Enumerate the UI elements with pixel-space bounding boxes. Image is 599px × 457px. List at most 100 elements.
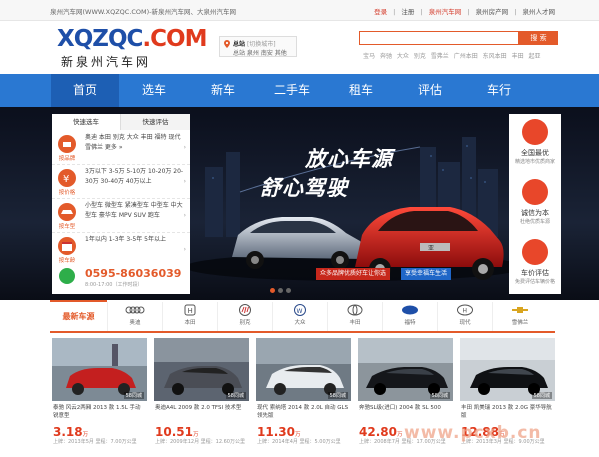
quick-select-panel: 快速选车 快速评估 按品牌 奥迪 本田 别克 大众 丰田 福特 现代 雪佛兰 更… (52, 114, 190, 294)
brand-ford[interactable]: 福特 (382, 302, 437, 331)
site-logo[interactable]: XQZQC.COM 新泉州汽车网 (57, 26, 207, 70)
city-switcher[interactable]: 总站 [切换城市] 总站 泉州 南安 其他 (219, 36, 297, 57)
brand-buick[interactable]: 别克 (217, 302, 272, 331)
china-map-icon (522, 119, 548, 145)
svg-text:¥: ¥ (63, 174, 69, 185)
car-type-icon (58, 203, 76, 221)
brand-hyundai[interactable]: H 现代 (437, 302, 492, 331)
car-title[interactable]: 奔驰SL级(进口) 2004 款 SL 500 (359, 404, 453, 420)
carousel-dot[interactable] (270, 288, 275, 293)
brand-filter-bar: 最新车源 奥迪 H 本田 别克 W 大众 丰田 福特 H 现代 雪佛兰 (50, 300, 555, 333)
chevron-right-icon: › (183, 144, 186, 151)
nav-dealers[interactable]: 车行 (465, 74, 533, 107)
logo-text: XQZQC.COM (57, 26, 207, 52)
hot-keyword[interactable]: 别克 (414, 53, 426, 60)
search-input[interactable] (359, 31, 519, 45)
volkswagen-logo-icon: W (294, 304, 306, 316)
brand-toyota[interactable]: 丰田 (327, 302, 382, 331)
handshake-icon (522, 179, 548, 205)
house-site-link[interactable]: 泉州房产网 (476, 8, 509, 16)
tab-quick-evaluate[interactable]: 快速评估 (121, 114, 190, 130)
hotline: 0595-86036039 8:00-17:00（工作时段） (52, 262, 190, 294)
car-price: 11.30万 (257, 425, 301, 439)
divider: | (420, 8, 423, 16)
nav-used-car[interactable]: 二手车 (258, 74, 326, 107)
job-site-link[interactable]: 泉州人才网 (523, 8, 556, 16)
search-button[interactable]: 搜 索 (519, 31, 558, 45)
car-title[interactable]: 泰驰 风云2两厢 2013 款 1.5L 手动 锐意型 (53, 404, 147, 420)
banner-slogan-2: 舒心驾驶 (260, 175, 348, 200)
car-site-link[interactable]: 泉州汽车网 (429, 8, 462, 16)
car-meta: 上牌：2013年5月 里程：7.00万公里 (53, 439, 137, 445)
tab-quick-select[interactable]: 快速选车 (52, 114, 121, 130)
car-title[interactable]: 现代 索纳塔 2014 款 2.0L 自动 GLS 领先版 (257, 404, 351, 420)
phone-icon (59, 268, 75, 284)
car-title[interactable]: 丰田 凯美瑞 2013 款 2.0G 豪华导航版 (461, 404, 555, 420)
city-list: 总站 泉州 南安 其他 (233, 50, 287, 57)
filter-by-type[interactable]: 按车型 小型车 微型车 紧凑型车 中型车 中大型车 豪华车 MPV SUV 跑车… (52, 199, 190, 233)
hot-keyword[interactable]: 大众 (397, 53, 409, 60)
honda-logo-icon: H (184, 304, 196, 316)
yuan-icon (522, 239, 548, 265)
nav-new-car[interactable]: 新车 (189, 74, 257, 107)
brand-volkswagen[interactable]: W 大众 (272, 302, 327, 331)
promise-item[interactable]: 全国最优 精选地市优质商家 (509, 116, 561, 176)
banner-promo-2: 享受幸福车生活 (401, 268, 452, 280)
chevron-right-icon: › (183, 178, 186, 185)
site-description: 泉州汽车网(WWW.XQZQC.COM)-新泉州汽车网、大泉州汽车网 (50, 8, 237, 16)
hot-keyword[interactable]: 雪弗兰 (431, 53, 449, 60)
hot-keyword[interactable]: 奔驰 (380, 53, 392, 60)
login-link[interactable]: 登录 (374, 8, 387, 16)
car-title[interactable]: 奥迪A4L 2009 款 2.0 TFSI 技术型 (155, 404, 249, 420)
hot-keyword[interactable]: 东风本田 (483, 53, 507, 60)
car-price: 42.80万 (359, 425, 403, 439)
hyundai-logo-icon: H (457, 304, 473, 316)
current-city: 总站 (233, 41, 246, 48)
hot-keyword[interactable]: 宝马 (363, 53, 375, 60)
hot-keyword[interactable]: 广州本田 (454, 53, 478, 60)
brand-chevrolet[interactable]: 雪佛兰 (492, 302, 547, 331)
search-box: 搜 索 (359, 31, 558, 45)
svg-text:H: H (188, 307, 193, 315)
register-link[interactable]: 注册 (401, 8, 414, 16)
nav-home[interactable]: 首页 (51, 74, 119, 107)
filter-by-brand[interactable]: 按品牌 奥迪 本田 别克 大众 丰田 福特 现代 雪佛兰 更多 » › (52, 131, 190, 165)
car-listing[interactable]: 58同城 现代 索纳塔 2014 款 2.0L 自动 GLS 领先版 11.30… (256, 338, 351, 446)
promise-item[interactable]: 车价评估 免费评估车辆价格 (509, 236, 561, 296)
buick-logo-icon (239, 304, 251, 316)
banner-slogan-1: 放心车源 (305, 146, 393, 171)
hot-keyword[interactable]: 起亚 (529, 53, 541, 60)
nav-evaluate[interactable]: 评估 (396, 74, 464, 107)
nav-select-car[interactable]: 选车 (120, 74, 188, 107)
brand-audi[interactable]: 奥迪 (107, 302, 162, 331)
filter-by-price[interactable]: ¥ 按价格 3万以下 3-5万 5-10万 10-20万 20-30万 30-4… (52, 165, 190, 199)
svg-text:亚: 亚 (428, 245, 434, 252)
ford-logo-icon (402, 305, 418, 315)
brand-honda[interactable]: H 本田 (162, 302, 217, 331)
main-nav: 首页 选车 新车 二手车 租车 评估 车行 (0, 74, 599, 107)
car-meta: 上牌：2009年12月 里程：12.60万公里 (155, 439, 245, 445)
top-links: 登录 | 注册 | 泉州汽车网 | 泉州房产网 | 泉州人才网 (372, 6, 557, 16)
svg-text:H: H (463, 308, 468, 315)
divider: | (514, 8, 517, 16)
car-listing[interactable]: 58同城 奥迪A4L 2009 款 2.0 TFSI 技术型 10.51万 上牌… (154, 338, 249, 446)
car-listing[interactable]: 58同城 泰驰 风云2两厢 2013 款 1.5L 手动 锐意型 3.18万 上… (52, 338, 147, 446)
carousel-dots (270, 287, 294, 295)
hot-keyword[interactable]: 丰田 (512, 53, 524, 60)
promise-item[interactable]: 诚信为本 杜绝优质车源 (509, 176, 561, 236)
audi-logo-icon (125, 306, 145, 314)
chevron-right-icon: › (183, 246, 186, 253)
hotline-hours: 8:00-17:00（工作时段） (85, 282, 143, 288)
tab-latest-cars[interactable]: 最新车源 (50, 300, 107, 331)
switch-city-link[interactable]: [切换城市] (247, 41, 276, 48)
divider: | (467, 8, 470, 16)
carousel-dot[interactable] (278, 288, 283, 293)
hot-keywords: 宝马 奔驰 大众 别克 雪弗兰 广州本田 东风本田 丰田 起亚 (363, 51, 544, 60)
carousel-dot[interactable] (286, 288, 291, 293)
service-promise-panel: 全国最优 精选地市优质商家 诚信为本 杜绝优质车源 车价评估 免费评估车辆价格 (509, 114, 561, 294)
nav-rent-car[interactable]: 租车 (327, 74, 395, 107)
chevrolet-logo-icon (512, 307, 528, 313)
location-pin-icon (224, 40, 230, 48)
svg-text:W: W (297, 308, 303, 315)
divider: | (393, 8, 396, 16)
